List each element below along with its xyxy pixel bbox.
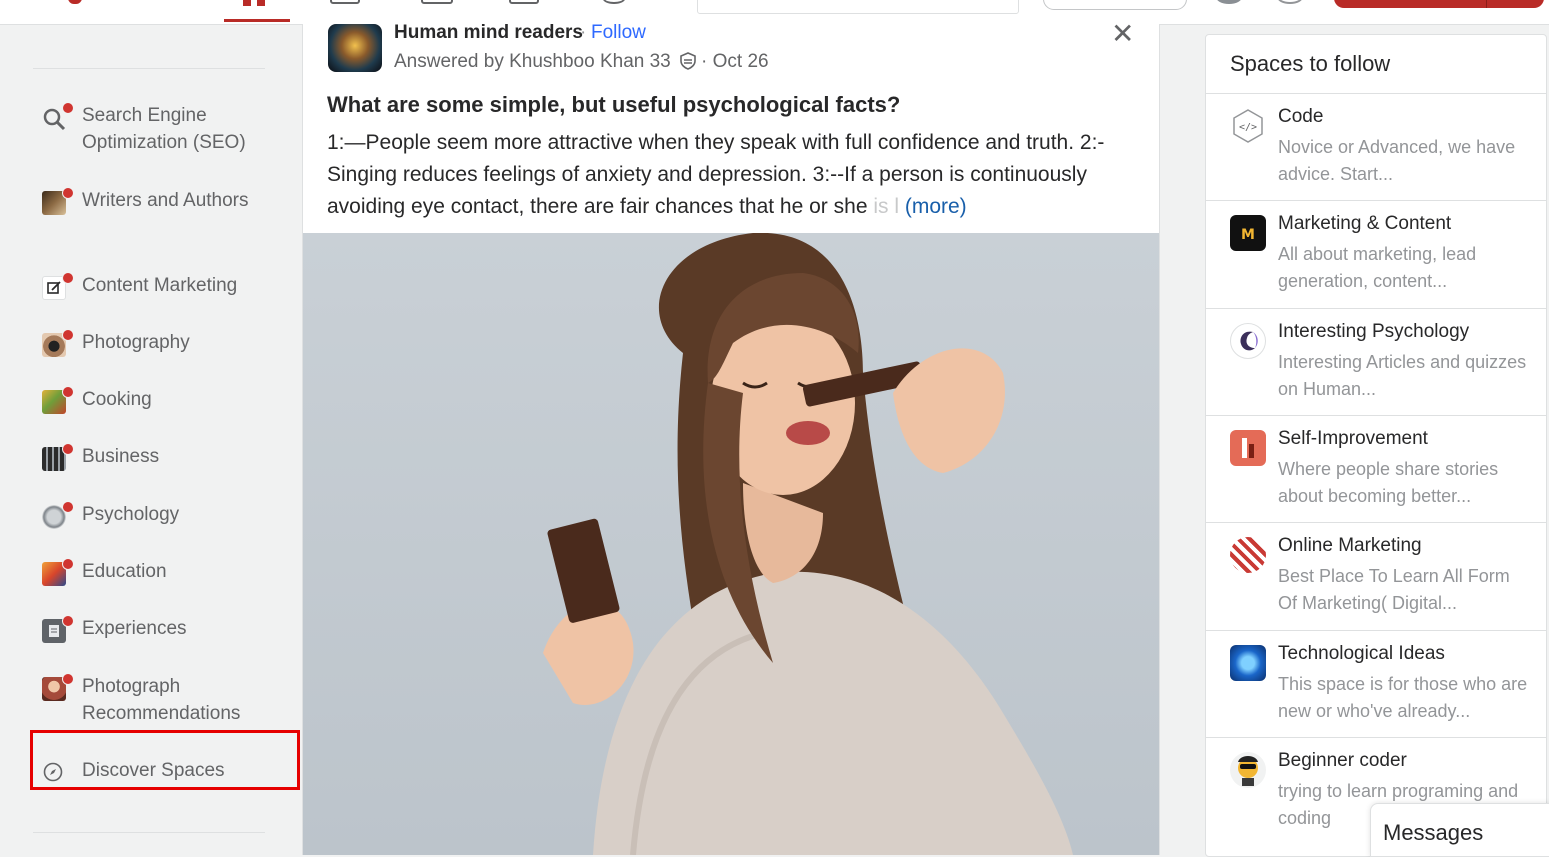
search-input[interactable] — [697, 0, 1019, 14]
top-nav-bar — [0, 0, 1549, 25]
sidebar-item-label: Search Engine Optimization (SEO) — [82, 105, 246, 153]
online-marketing-icon — [1230, 537, 1266, 573]
credential-shield-icon — [680, 52, 696, 70]
sidebar-item-label: Photograph Recommendations — [82, 676, 241, 724]
coder-avatar-icon — [1230, 752, 1266, 788]
divider — [33, 832, 265, 833]
messages-label: Messages — [1383, 820, 1484, 845]
feed-post-card: Human mind readers · Follow Answered by … — [302, 20, 1160, 855]
try-quora-plus-button[interactable] — [1043, 0, 1187, 10]
space-item-marketing-content[interactable]: M Marketing & Content All about marketin… — [1206, 201, 1546, 307]
code-brackets-icon: </> — [1230, 108, 1266, 144]
answer-photo[interactable] — [303, 233, 1159, 855]
separator-dot: · — [580, 22, 587, 43]
space-item-technological-ideas[interactable]: Technological Ideas This space is for th… — [1206, 631, 1546, 737]
notification-dot — [62, 187, 74, 199]
space-name: Code — [1278, 106, 1324, 127]
space-name: Beginner coder — [1278, 750, 1407, 771]
notification-dot — [62, 501, 74, 513]
space-name[interactable]: Human mind readers — [394, 22, 583, 44]
notification-dot — [62, 443, 74, 455]
follow-button[interactable]: Follow — [591, 22, 646, 44]
space-description: Interesting Articles and quizzes on Huma… — [1278, 352, 1527, 399]
answer-text[interactable]: 1:—People seem more attractive when they… — [327, 127, 1142, 223]
notification-dot — [62, 102, 74, 114]
space-description: All about marketing, lead generation, co… — [1278, 244, 1477, 291]
notification-dot — [62, 558, 74, 570]
space-name: Marketing & Content — [1278, 213, 1452, 234]
notification-dot — [62, 673, 74, 685]
space-description: Where people share stories about becomin… — [1278, 459, 1499, 506]
user-avatar[interactable] — [1216, 0, 1242, 4]
sidebar-item-label: Cooking — [82, 389, 152, 410]
space-item-interesting-psychology[interactable]: Interesting Psychology Interesting Artic… — [1206, 309, 1546, 415]
svg-text:M: M — [1241, 227, 1255, 243]
space-item-online-marketing[interactable]: Online Marketing Best Place To Learn All… — [1206, 523, 1546, 629]
divider — [33, 68, 265, 69]
space-avatar[interactable] — [328, 24, 382, 72]
space-name: Online Marketing — [1278, 535, 1422, 556]
notification-dot — [62, 272, 74, 284]
messages-tab[interactable]: Messages — [1370, 803, 1549, 857]
spaces-to-follow-panel: Spaces to follow </> Code Novice or Adva… — [1205, 34, 1547, 857]
space-name: Technological Ideas — [1278, 643, 1445, 664]
space-description: Best Place To Learn All Form Of Marketin… — [1278, 566, 1510, 613]
post-date[interactable]: · Oct 26 — [701, 51, 769, 73]
notification-dot — [62, 329, 74, 341]
question-title[interactable]: What are some simple, but useful psychol… — [327, 92, 900, 118]
highlight-box — [30, 730, 300, 790]
sidebar-item-label: Business — [82, 446, 160, 467]
post-date-text: Oct 26 — [712, 51, 769, 72]
more-link[interactable]: (more) — [905, 195, 967, 218]
spaces-icon[interactable] — [509, 0, 539, 4]
panel-title: Spaces to follow — [1230, 51, 1391, 76]
home-active-indicator — [224, 19, 290, 22]
sidebar-item-label: Psychology — [82, 504, 180, 525]
quora-logo[interactable] — [68, 0, 82, 4]
language-globe-icon[interactable] — [1277, 0, 1303, 4]
close-icon[interactable]: ✕ — [1111, 20, 1134, 48]
sidebar-item-label: Education — [82, 561, 167, 582]
notification-dot — [62, 386, 74, 398]
space-item-self-improvement[interactable]: Self-Improvement Where people share stor… — [1206, 416, 1546, 522]
self-improvement-icon — [1230, 430, 1266, 466]
add-question-button[interactable] — [1334, 0, 1544, 8]
circuit-chip-icon — [1230, 645, 1266, 681]
space-description: Novice or Advanced, we have advice. Star… — [1278, 137, 1516, 184]
answer-faded-text: is l — [867, 195, 899, 218]
space-description: This space is for those who are new or w… — [1278, 674, 1528, 721]
notifications-icon[interactable] — [603, 0, 625, 4]
sidebar-item-label: Experiences — [82, 618, 187, 639]
space-item-code[interactable]: </> Code Novice or Advanced, we have adv… — [1206, 94, 1546, 200]
marketing-m-icon: M — [1230, 215, 1266, 251]
sidebar-item-label: Content Marketing — [82, 275, 238, 296]
space-name: Self-Improvement — [1278, 428, 1428, 449]
following-icon[interactable] — [330, 0, 360, 4]
svg-text:</>: </> — [1239, 122, 1257, 133]
sidebar-item-label: Writers and Authors — [82, 190, 249, 211]
home-icon[interactable] — [238, 0, 278, 8]
answer-icon[interactable] — [421, 0, 453, 4]
notification-dot — [62, 615, 74, 627]
psychology-swirl-icon — [1230, 323, 1266, 359]
answer-body: 1:—People seem more attractive when they… — [327, 131, 1105, 218]
answered-by[interactable]: Answered by Khushboo Khan 33 — [394, 51, 671, 73]
sidebar-item-label: Photography — [82, 332, 190, 353]
space-name: Interesting Psychology — [1278, 321, 1470, 342]
